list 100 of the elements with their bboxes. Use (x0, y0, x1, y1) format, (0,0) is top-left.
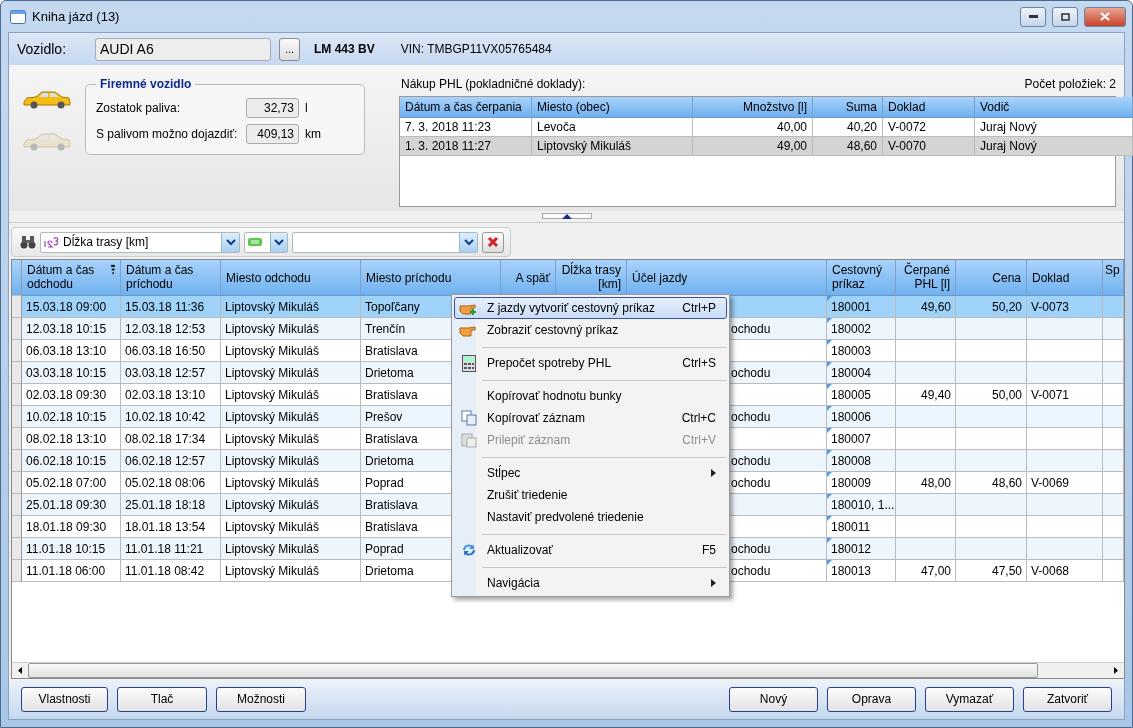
column-header[interactable]: Doklad (883, 97, 975, 118)
footer-button[interactable]: Možnosti (216, 686, 306, 712)
column-header[interactable]: Miesto odchodu (221, 260, 361, 296)
table-cell: 05.02.18 08:06 (121, 472, 221, 494)
footer-button[interactable]: Vymazať (925, 686, 1014, 712)
table-cell (956, 340, 1027, 362)
menu-item[interactable]: Z jazdy vytvoriť cestovný príkaz Ctrl+P (454, 297, 727, 319)
row-header[interactable] (12, 560, 22, 582)
table-cell: 180007 (827, 428, 896, 450)
vehicle-field[interactable]: AUDI A6 (95, 37, 271, 61)
close-button[interactable] (1084, 6, 1126, 27)
unit-label: km (305, 127, 321, 141)
column-header[interactable]: Množstvo [l] (693, 97, 813, 118)
copy-icon (461, 410, 477, 426)
row-header[interactable] (12, 362, 22, 384)
column-header[interactable]: Sp (1103, 260, 1124, 296)
column-header[interactable]: Miesto (obec) (532, 97, 693, 118)
footer-button[interactable]: Oprava (827, 686, 916, 712)
table-cell: Liptovský Mikuláš (221, 428, 361, 450)
table-cell: 180009 (827, 472, 896, 494)
table-cell: 15.03.18 09:00 (22, 296, 121, 318)
chevron-down-icon (273, 238, 284, 246)
row-header[interactable] (12, 428, 22, 450)
minimize-icon (1028, 15, 1038, 18)
table-cell: 180004 (827, 362, 896, 384)
column-header[interactable]: Doklad (1027, 260, 1103, 296)
row-header[interactable] (12, 494, 22, 516)
table-cell: 25.01.18 18:18 (121, 494, 221, 516)
table-cell (896, 362, 956, 384)
table-cell: 180001 (827, 296, 896, 318)
table-cell: V-0071 (1027, 384, 1103, 406)
table-cell (1103, 406, 1124, 428)
table-cell: 40,20 (813, 118, 883, 137)
table-cell (896, 340, 956, 362)
table-cell: 50,20 (956, 296, 1027, 318)
row-header[interactable] (12, 406, 22, 428)
table-cell (956, 494, 1027, 516)
column-header[interactable]: Miesto príchodu (361, 260, 501, 296)
column-header[interactable]: Dátum a čas odchodu (22, 260, 121, 296)
table-cell: Liptovský Mikuláš (221, 362, 361, 384)
footer-button[interactable]: Tlač (117, 686, 207, 712)
filter-field-combo[interactable]: Dĺžka trasy [km] (40, 231, 240, 253)
table-cell: 48,60 (956, 472, 1027, 494)
column-header[interactable]: Dĺžka trasy [km] (556, 260, 627, 296)
maximize-button[interactable] (1052, 6, 1078, 27)
footer-button[interactable]: Vlastnosti (21, 686, 108, 712)
table-cell: Liptovský Mikuláš (221, 450, 361, 472)
chevron-down-icon (463, 238, 474, 246)
table-cell: V-0069 (1027, 472, 1103, 494)
table-cell: Juraj Nový (975, 118, 1133, 137)
table-cell (1103, 538, 1124, 560)
table-cell: 48,60 (813, 137, 883, 156)
column-header[interactable]: A späť (501, 260, 556, 296)
browse-button[interactable]: ... (279, 37, 300, 61)
table-cell: 06.02.18 10:15 (22, 450, 121, 472)
column-header[interactable]: Vodič (975, 97, 1133, 118)
table-cell (956, 362, 1027, 384)
table-cell: 40,00 (693, 118, 813, 137)
row-header[interactable] (12, 340, 22, 362)
column-header[interactable]: Dátum a čas príchodu (121, 260, 221, 296)
minimize-button[interactable] (1020, 6, 1046, 27)
row-header[interactable] (12, 450, 22, 472)
column-header[interactable]: Cestovný príkaz (827, 260, 896, 296)
maximize-icon (1060, 12, 1070, 21)
table-cell: 03.03.18 10:15 (22, 362, 121, 384)
table-cell (1103, 318, 1124, 340)
table-cell: Liptovský Mikuláš (221, 406, 361, 428)
footer-button[interactable]: Zatvoriť (1023, 686, 1112, 712)
table-cell: 49,00 (693, 137, 813, 156)
clear-filter-button[interactable] (482, 231, 504, 253)
column-header[interactable]: Suma (813, 97, 883, 118)
table-cell: 12.03.18 10:15 (22, 318, 121, 340)
scroll-right-icon[interactable] (1114, 667, 1118, 674)
row-header[interactable] (12, 538, 22, 560)
table-cell: 180005 (827, 384, 896, 406)
footer-button[interactable]: Nový (729, 686, 818, 712)
column-header[interactable]: Čerpané PHL [l] (896, 260, 956, 296)
column-header[interactable]: Dátum a čas čerpania (400, 97, 532, 118)
row-header-corner (12, 260, 22, 296)
table-cell: 180013 (827, 560, 896, 582)
table-cell: 11.01.18 08:42 (121, 560, 221, 582)
table-cell (956, 428, 1027, 450)
row-header[interactable] (12, 516, 22, 538)
table-cell: 08.02.18 13:10 (22, 428, 121, 450)
row-header[interactable] (12, 384, 22, 406)
scroll-left-icon[interactable] (18, 667, 22, 674)
splitter-handle[interactable] (541, 213, 592, 219)
row-header[interactable] (12, 472, 22, 494)
column-header[interactable]: Cena (956, 260, 1027, 296)
operator-combo[interactable] (244, 231, 288, 253)
column-header[interactable]: Účel jazdy (627, 260, 827, 296)
table-cell: Liptovský Mikuláš (221, 472, 361, 494)
table-cell: Liptovský Mikuláš (221, 538, 361, 560)
table-cell: 47,00 (896, 560, 956, 582)
equals-icon (248, 238, 262, 246)
table-cell: 06.03.18 13:10 (22, 340, 121, 362)
row-header[interactable] (12, 296, 22, 318)
table-cell: 180003 (827, 340, 896, 362)
chevron-down-icon (225, 238, 236, 246)
row-header[interactable] (12, 318, 22, 340)
